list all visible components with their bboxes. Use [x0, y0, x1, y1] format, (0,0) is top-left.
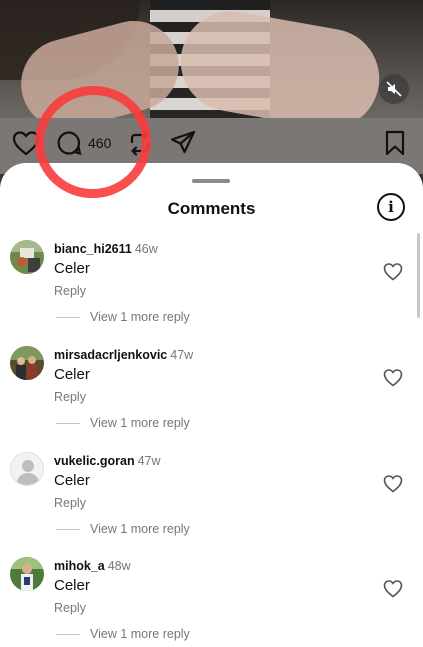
view-more-label: View 1 more reply — [90, 416, 190, 430]
heart-icon[interactable] — [383, 474, 403, 494]
comment-text: Celer — [54, 366, 90, 383]
share-button[interactable] — [170, 130, 196, 156]
mute-icon[interactable] — [379, 74, 409, 104]
avatar[interactable] — [10, 452, 44, 486]
avatar[interactable] — [10, 557, 44, 591]
thread-line — [56, 422, 80, 424]
view-more-replies[interactable]: View 1 more reply — [56, 522, 190, 536]
reply-button[interactable]: Reply — [54, 496, 86, 510]
heart-icon[interactable] — [383, 368, 403, 388]
view-more-label: View 1 more reply — [90, 310, 190, 324]
comment-meta: vukelic.goran 47w — [54, 454, 161, 468]
heart-icon[interactable] — [383, 579, 403, 599]
comment-item: vukelic.goran 47w Celer Reply View 1 more… — [0, 452, 423, 552]
thread-line — [56, 316, 80, 318]
comment-meta: bianc_hi2611 46w — [54, 242, 158, 256]
avatar[interactable] — [10, 346, 44, 380]
comment-text: Celer — [54, 577, 90, 594]
view-more-replies[interactable]: View 1 more reply — [56, 310, 190, 324]
thread-line — [56, 528, 80, 530]
comment-age: 46w — [134, 242, 158, 256]
comments-sheet: Comments i bianc_hi2611 46w Celer Reply V… — [0, 163, 423, 647]
username[interactable]: vukelic.goran — [54, 454, 135, 468]
view-more-label: View 1 more reply — [90, 627, 190, 641]
heart-icon[interactable] — [383, 262, 403, 282]
username[interactable]: mihok_a — [54, 559, 105, 573]
reply-button[interactable]: Reply — [54, 601, 86, 615]
comment-item: mihok_a 48w Celer Reply View 1 more reply — [0, 557, 423, 647]
bookmark-icon — [385, 130, 405, 156]
share-icon — [170, 130, 196, 154]
avatar[interactable] — [10, 240, 44, 274]
comment-age: 47w — [170, 348, 194, 362]
save-button[interactable] — [384, 130, 406, 156]
reply-button[interactable]: Reply — [54, 284, 86, 298]
comment-text: Celer — [54, 260, 90, 277]
reply-button[interactable]: Reply — [54, 390, 86, 404]
comment-meta: mirsadacrljenkovic 47w — [54, 348, 193, 362]
info-icon[interactable]: i — [377, 193, 405, 221]
view-more-replies[interactable]: View 1 more reply — [56, 627, 190, 641]
comment-item: bianc_hi2611 46w Celer Reply View 1 more … — [0, 240, 423, 340]
sheet-drag-handle[interactable] — [192, 179, 230, 183]
comment-item: mirsadacrljenkovic 47w Celer Reply View 1… — [0, 346, 423, 446]
view-more-label: View 1 more reply — [90, 522, 190, 536]
view-more-replies[interactable]: View 1 more reply — [56, 416, 190, 430]
sheet-title: Comments — [167, 199, 256, 218]
comment-age: 47w — [137, 454, 161, 468]
thread-line — [56, 633, 80, 635]
comment-text: Celer — [54, 472, 90, 489]
video-frame-hand-right — [172, 3, 388, 118]
comment-meta: mihok_a 48w — [54, 559, 131, 573]
username[interactable]: mirsadacrljenkovic — [54, 348, 167, 362]
username[interactable]: bianc_hi2611 — [54, 242, 132, 256]
comment-age: 48w — [107, 559, 131, 573]
